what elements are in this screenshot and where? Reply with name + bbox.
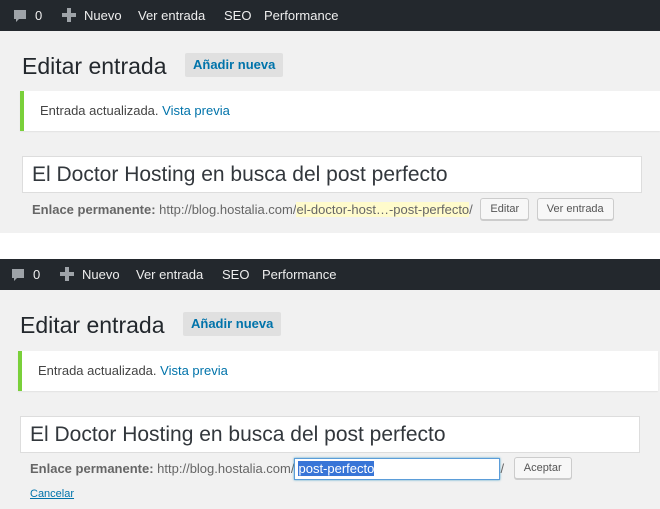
edit-permalink-button[interactable]: Editar [480, 198, 530, 220]
notice-message: Entrada actualizada. Vista previa [38, 351, 228, 391]
cancel-link[interactable]: Cancelar [30, 488, 74, 500]
update-notice: Entrada actualizada. Vista previa [18, 351, 658, 391]
admin-bar-view-post[interactable]: Ver entrada [136, 259, 203, 290]
permalink-row: Enlace permanente: http://blog.hostalia.… [32, 198, 614, 222]
permalink-label: Enlace permanente: [30, 461, 154, 476]
comment-count[interactable]: 0 [35, 0, 42, 31]
permalink-slug-input[interactable]: post-perfecto [294, 458, 501, 480]
permalink-base: http://blog.hostalia.com/ [159, 202, 297, 217]
page-title: Editar entrada [20, 312, 165, 338]
admin-bar-seo[interactable]: SEO [224, 0, 251, 31]
update-notice: Entrada actualizada. Vista previa [20, 91, 660, 131]
accept-button[interactable]: Aceptar [513, 457, 572, 479]
edit-post-screen-edit-slug: 0 Nuevo Ver entrada SEO Performance Edit… [0, 259, 660, 509]
permalink-row: Enlace permanente: http://blog.hostalia.… [30, 457, 572, 481]
admin-bar: 0 Nuevo Ver entrada SEO Performance [0, 259, 660, 290]
permalink-label: Enlace permanente: [32, 202, 156, 217]
admin-bar-new[interactable]: Nuevo [82, 259, 120, 290]
page-title: Editar entrada [22, 53, 167, 79]
comment-icon[interactable] [10, 267, 26, 283]
plus-icon[interactable] [60, 267, 74, 281]
notice-text: Entrada actualizada. [38, 363, 157, 378]
admin-bar: 0 Nuevo Ver entrada SEO Performance [0, 0, 660, 31]
admin-bar-view-post[interactable]: Ver entrada [138, 0, 205, 31]
comment-icon[interactable] [12, 8, 28, 24]
admin-bar-new[interactable]: Nuevo [84, 0, 122, 31]
admin-bar-performance[interactable]: Performance [264, 0, 338, 31]
admin-bar-seo[interactable]: SEO [222, 259, 249, 290]
post-title-input[interactable]: El Doctor Hosting en busca del post perf… [22, 156, 642, 193]
plus-icon[interactable] [62, 8, 76, 22]
slug-selected-text: post-perfecto [298, 461, 375, 476]
preview-link[interactable]: Vista previa [162, 103, 230, 118]
permalink-slug[interactable]: el-doctor-host…-post-perfecto [296, 202, 470, 217]
post-title-input[interactable]: El Doctor Hosting en busca del post perf… [20, 416, 640, 453]
preview-link[interactable]: Vista previa [160, 363, 228, 378]
add-new-button[interactable]: Añadir nueva [185, 53, 284, 77]
view-post-button[interactable]: Ver entrada [536, 198, 614, 220]
comment-count[interactable]: 0 [33, 259, 40, 290]
admin-bar-performance[interactable]: Performance [262, 259, 336, 290]
notice-text: Entrada actualizada. [40, 103, 159, 118]
edit-post-screen-view-mode: 0 Nuevo Ver entrada SEO Performance Edit… [0, 0, 660, 233]
permalink-suffix: / [500, 461, 505, 476]
permalink-base: http://blog.hostalia.com/ [157, 461, 295, 476]
notice-message: Entrada actualizada. Vista previa [40, 91, 230, 131]
add-new-button[interactable]: Añadir nueva [183, 312, 282, 336]
permalink-suffix: / [469, 202, 473, 217]
